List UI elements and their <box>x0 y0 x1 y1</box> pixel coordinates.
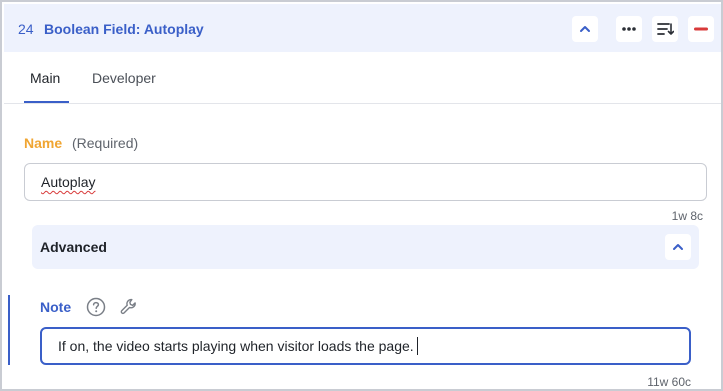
field-number: 24 <box>18 21 34 37</box>
name-input[interactable]: Autoplay <box>24 163 707 201</box>
tab-main[interactable]: Main <box>30 70 60 86</box>
required-hint: (Required) <box>72 135 139 151</box>
note-input-value: If on, the video starts playing when vis… <box>58 338 414 354</box>
collapse-button[interactable] <box>572 16 598 42</box>
more-icon <box>622 27 636 31</box>
wrench-icon[interactable] <box>119 297 139 317</box>
chevron-up-icon <box>673 244 683 250</box>
field-editor-panel: 24 Boolean Field: Autoplay Main Develope… <box>0 0 723 391</box>
active-tab-indicator <box>24 101 69 103</box>
minus-icon <box>694 27 708 31</box>
tab-developer[interactable]: Developer <box>92 70 156 86</box>
more-options-button[interactable] <box>616 16 642 42</box>
reorder-button[interactable] <box>652 16 678 42</box>
text-caret <box>416 337 419 355</box>
focus-indicator-bar <box>8 295 10 365</box>
field-header: 24 Boolean Field: Autoplay <box>4 4 721 52</box>
help-icon[interactable] <box>86 297 106 317</box>
name-input-value: Autoplay <box>41 174 96 190</box>
advanced-section-header[interactable]: Advanced <box>32 225 699 269</box>
tab-bar: Main Developer <box>4 52 721 104</box>
remove-field-button[interactable] <box>688 16 714 42</box>
field-title: Boolean Field: Autoplay <box>44 21 204 37</box>
name-word-char-count: 1w 8c <box>671 209 703 223</box>
advanced-collapse-button[interactable] <box>665 234 691 260</box>
note-label: Note <box>40 299 72 315</box>
chevron-up-icon <box>580 26 590 32</box>
note-word-char-count: 11w 60c <box>647 375 691 389</box>
name-label: Name <box>24 135 63 151</box>
list-sort-icon <box>657 23 674 35</box>
note-input[interactable]: If on, the video starts playing when vis… <box>40 327 691 365</box>
advanced-label: Advanced <box>40 239 107 255</box>
